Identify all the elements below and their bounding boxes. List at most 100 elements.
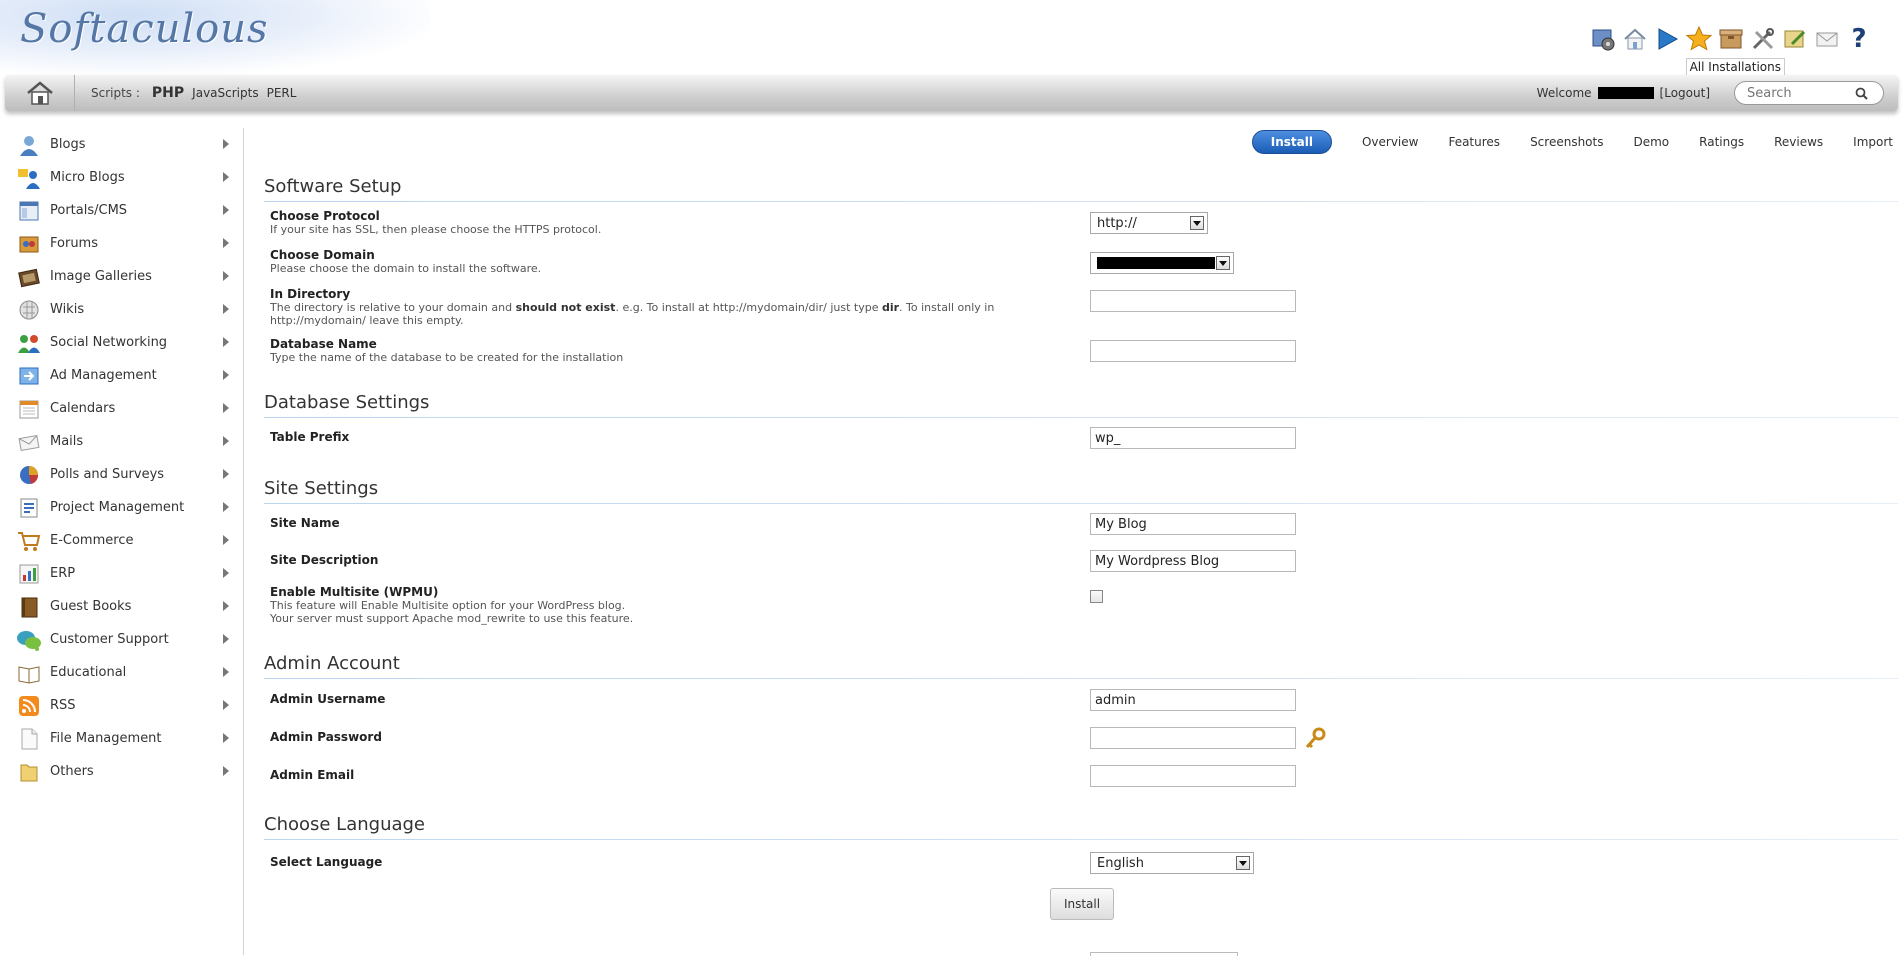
chevron-right-icon bbox=[223, 601, 229, 611]
chevron-down-icon[interactable] bbox=[1236, 856, 1250, 870]
sidebar-item-label: File Management bbox=[50, 731, 162, 746]
site-description-input[interactable] bbox=[1090, 550, 1296, 572]
search-box[interactable] bbox=[1734, 81, 1884, 105]
box-icon[interactable] bbox=[1717, 25, 1745, 53]
sidebar-item-label: Polls and Surveys bbox=[50, 467, 165, 482]
admin-account-section: Admin Account bbox=[264, 653, 1898, 679]
mail-icon[interactable] bbox=[1813, 25, 1841, 53]
chevron-right-icon bbox=[223, 469, 229, 479]
database-settings-section: Database Settings bbox=[264, 392, 1898, 418]
site-name-input[interactable] bbox=[1090, 513, 1296, 535]
section-heading: Database Settings bbox=[264, 392, 1898, 418]
search-icon[interactable] bbox=[1855, 87, 1868, 100]
sidebar-item-image-galleries[interactable]: Image Galleries bbox=[0, 260, 243, 293]
star-icon[interactable] bbox=[1685, 25, 1713, 53]
sidebar-item-label: ERP bbox=[50, 566, 76, 581]
language-select[interactable]: English bbox=[1090, 852, 1254, 874]
tab-ratings[interactable]: Ratings bbox=[1699, 135, 1744, 149]
sidebar-item-customer-support[interactable]: Customer Support bbox=[0, 623, 243, 656]
directory-input[interactable] bbox=[1090, 290, 1296, 312]
sidebar-item-label: Portals/CMS bbox=[50, 203, 128, 218]
multisite-help-line2: Your server must support Apache mod_rewr… bbox=[270, 612, 634, 625]
erp-icon bbox=[16, 562, 42, 586]
sidebar-item-e-commerce[interactable]: E-Commerce bbox=[0, 524, 243, 557]
table-prefix-input[interactable] bbox=[1090, 427, 1296, 449]
sidebar-item-polls-and-surveys[interactable]: Polls and Surveys bbox=[0, 458, 243, 491]
puzzle-icon bbox=[16, 298, 42, 322]
tooltip-all-installations: All Installations bbox=[1685, 58, 1785, 76]
sidebar-item-mails[interactable]: Mails bbox=[0, 425, 243, 458]
sidebar-item-project-management[interactable]: Project Management bbox=[0, 491, 243, 524]
chevron-right-icon bbox=[223, 436, 229, 446]
window-icon bbox=[16, 199, 42, 223]
ad-icon bbox=[16, 364, 42, 388]
multisite-row: Enable Multisite (WPMU) This feature wil… bbox=[270, 586, 1370, 626]
welcome-text: Welcome bbox=[1536, 86, 1592, 100]
edit-icon[interactable] bbox=[1781, 25, 1809, 53]
sidebar-item-micro-blogs[interactable]: Micro Blogs bbox=[0, 161, 243, 194]
directory-help-line2: http://mydomain/ leave this empty. bbox=[270, 314, 464, 327]
sidebar-item-label: Mails bbox=[50, 434, 84, 449]
tab-reviews[interactable]: Reviews bbox=[1774, 135, 1823, 149]
chevron-down-icon[interactable] bbox=[1216, 256, 1230, 270]
script-tabs: Install Overview Features Screenshots De… bbox=[1251, 130, 1893, 154]
sidebar-item-others[interactable]: Others bbox=[0, 755, 243, 788]
tab-demo[interactable]: Demo bbox=[1633, 135, 1669, 149]
admin-username-input[interactable] bbox=[1090, 689, 1296, 711]
support-icon bbox=[16, 628, 42, 652]
tab-screenshots[interactable]: Screenshots bbox=[1530, 135, 1603, 149]
sidebar-item-calendars[interactable]: Calendars bbox=[0, 392, 243, 425]
open-book-icon bbox=[16, 661, 42, 685]
nav-javascripts-link[interactable]: JavaScripts bbox=[192, 86, 258, 100]
envelope-icon bbox=[16, 430, 42, 454]
help-icon[interactable]: ? bbox=[1845, 24, 1873, 54]
tab-features[interactable]: Features bbox=[1448, 135, 1500, 149]
sidebar-item-erp[interactable]: ERP bbox=[0, 557, 243, 590]
softaculous-logo[interactable]: Softaculous bbox=[20, 6, 269, 52]
tools-icon[interactable] bbox=[1749, 25, 1777, 53]
search-input[interactable] bbox=[1745, 84, 1855, 102]
sidebar-item-guest-books[interactable]: Guest Books bbox=[0, 590, 243, 623]
install-button[interactable]: Install bbox=[1050, 888, 1114, 920]
chevron-right-icon bbox=[223, 700, 229, 710]
domain-redacted bbox=[1097, 257, 1215, 269]
sidebar-item-label: Image Galleries bbox=[50, 269, 152, 284]
sidebar-item-blogs[interactable]: Blogs bbox=[0, 128, 243, 161]
home-icon[interactable] bbox=[1621, 25, 1649, 53]
sidebar-item-ad-management[interactable]: Ad Management bbox=[0, 359, 243, 392]
chevron-right-icon bbox=[223, 667, 229, 677]
scripts-label: Scripts : bbox=[91, 86, 140, 100]
pie-icon bbox=[16, 463, 42, 487]
admin-password-input[interactable] bbox=[1090, 727, 1296, 749]
tab-import[interactable]: Import bbox=[1853, 135, 1893, 149]
house-icon bbox=[26, 81, 53, 105]
dbname-input[interactable] bbox=[1090, 340, 1296, 362]
sidebar-item-educational[interactable]: Educational bbox=[0, 656, 243, 689]
sidebar-item-wikis[interactable]: Wikis bbox=[0, 293, 243, 326]
forum-icon bbox=[16, 232, 42, 256]
people-icon bbox=[16, 166, 42, 190]
nav-home-button[interactable] bbox=[5, 75, 75, 111]
sidebar-item-rss[interactable]: RSS bbox=[0, 689, 243, 722]
folder-icon bbox=[16, 760, 42, 784]
sidebar-item-file-management[interactable]: File Management bbox=[0, 722, 243, 755]
protocol-select[interactable]: http:// bbox=[1090, 212, 1208, 234]
sidebar-item-forums[interactable]: Forums bbox=[0, 227, 243, 260]
key-icon[interactable] bbox=[1304, 726, 1328, 754]
sidebar-item-portals-cms[interactable]: Portals/CMS bbox=[0, 194, 243, 227]
nav-perl-link[interactable]: PERL bbox=[267, 86, 297, 100]
cpanel-icon[interactable] bbox=[1589, 25, 1617, 53]
tab-install[interactable]: Install bbox=[1251, 130, 1332, 154]
play-icon[interactable] bbox=[1653, 25, 1681, 53]
logout-link[interactable]: [Logout] bbox=[1660, 86, 1710, 100]
chevron-right-icon bbox=[223, 502, 229, 512]
domain-select[interactable] bbox=[1090, 252, 1234, 274]
nav-php-link[interactable]: PHP bbox=[152, 85, 184, 101]
tab-overview[interactable]: Overview bbox=[1362, 135, 1419, 149]
multisite-checkbox[interactable] bbox=[1090, 590, 1103, 603]
chevron-down-icon[interactable] bbox=[1190, 216, 1204, 230]
admin-email-input[interactable] bbox=[1090, 765, 1296, 787]
section-heading: Admin Account bbox=[264, 653, 1898, 679]
person-icon bbox=[16, 133, 42, 157]
sidebar-item-social-networking[interactable]: Social Networking bbox=[0, 326, 243, 359]
